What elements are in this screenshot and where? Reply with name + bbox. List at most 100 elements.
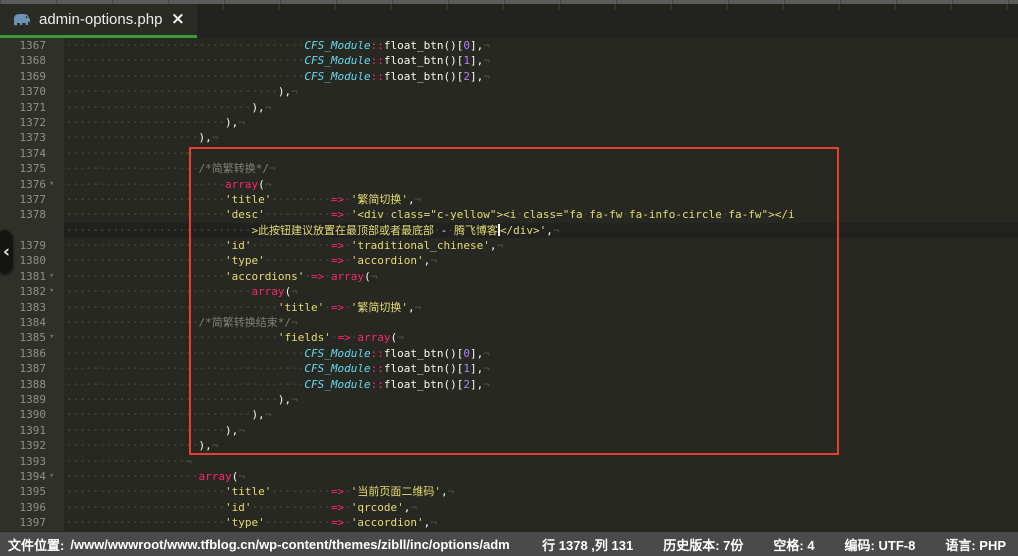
- fold-spacer: [46, 53, 64, 68]
- line-number: 1394: [0, 469, 46, 484]
- code-line-1387[interactable]: 1387····································…: [0, 361, 1018, 376]
- code-text: ····························),¬: [64, 407, 1018, 422]
- code-text: ························'desc'··········…: [64, 207, 1018, 222]
- line-number: 1382: [0, 284, 46, 299]
- code-text: ··················¬: [64, 454, 1018, 469]
- code-text: ························),¬: [64, 115, 1018, 130]
- line-number: 1387: [0, 361, 46, 376]
- line-number: 1374: [0, 146, 46, 161]
- close-icon[interactable]: ×: [171, 11, 185, 28]
- code-line-1392[interactable]: 1392 ····················),¬: [0, 438, 1018, 453]
- code-line-1394[interactable]: 1394▾····················array(¬: [0, 469, 1018, 484]
- fold-spacer: [46, 392, 64, 407]
- code-line-1369[interactable]: 1369 ····································…: [0, 69, 1018, 84]
- code-line-1382[interactable]: 1382▾····························array(¬: [0, 284, 1018, 299]
- fold-marker-icon[interactable]: ▾: [46, 330, 64, 345]
- code-text: ························'accordions'·=>·…: [64, 269, 1018, 284]
- line-number: 1369: [0, 69, 46, 84]
- code-text: ························array(¬: [64, 177, 1018, 192]
- line-number: 1389: [0, 392, 46, 407]
- fold-spacer: [46, 161, 64, 176]
- code-line-1376[interactable]: 1376▾························array(¬: [0, 177, 1018, 192]
- code-line-1388[interactable]: 1388····································…: [0, 377, 1018, 392]
- code-line-1386[interactable]: 1386····································…: [0, 346, 1018, 361]
- code-line-1389[interactable]: 1389································),¬: [0, 392, 1018, 407]
- line-number: 1384: [0, 315, 46, 330]
- status-bar: 文件位置: /www/wwwroot/www.tfblog.cn/wp-cont…: [0, 532, 1018, 556]
- code-text: ····················),¬: [64, 438, 1018, 453]
- sidebar-toggle[interactable]: ‹: [0, 230, 13, 274]
- line-number: 1377: [0, 192, 46, 207]
- code-line-1375[interactable]: 1375····················/*简繁转换*/¬: [0, 161, 1018, 176]
- fold-spacer: [46, 100, 64, 115]
- code-line-1367[interactable]: 1367····································…: [0, 38, 1018, 53]
- line-number: 1397: [0, 515, 46, 530]
- fold-spacer: [46, 192, 64, 207]
- tab-title: admin-options.php: [39, 11, 162, 28]
- code-line-1397[interactable]: 1397························'type'······…: [0, 515, 1018, 530]
- code-editor-window: admin-options.php × 1367················…: [0, 0, 1018, 556]
- language[interactable]: 语言: PHP: [945, 535, 1006, 554]
- code-line-1381[interactable]: 1381▾························'accordions…: [0, 269, 1018, 284]
- fold-spacer: [46, 484, 64, 499]
- fold-marker-icon[interactable]: ▾: [46, 177, 64, 192]
- code-line-1370[interactable]: 1370································),¬: [0, 84, 1018, 99]
- code-line-1377[interactable]: 1377 ························'title'·····…: [0, 192, 1018, 207]
- fold-spacer: [46, 377, 64, 392]
- fold-marker-icon[interactable]: ▾: [46, 469, 64, 484]
- code-text: ····································CFS_…: [64, 38, 1018, 53]
- fold-spacer: [46, 454, 64, 469]
- code-text: ····························>此按钮建议放置在最顶部…: [64, 223, 1018, 238]
- code-text: ························'title'·········…: [64, 484, 1018, 499]
- code-line-1390[interactable]: 1390····························),¬: [0, 407, 1018, 422]
- code-line-1385[interactable]: 1385▾································'fi…: [0, 330, 1018, 345]
- line-number: 1385: [0, 330, 46, 345]
- fold-marker-icon[interactable]: ▾: [46, 284, 64, 299]
- code-line-1383[interactable]: 1383································'tit…: [0, 300, 1018, 315]
- code-line-1379[interactable]: 1379························'id'········…: [0, 238, 1018, 253]
- code-text: ································'fields'…: [64, 330, 1018, 345]
- line-number: 1396: [0, 500, 46, 515]
- code-text: ····················array(¬: [64, 469, 1018, 484]
- chevron-left-icon: ‹: [3, 244, 10, 261]
- code-line-1372[interactable]: 1372························),¬: [0, 115, 1018, 130]
- code-text: ························'title'·········…: [64, 192, 1018, 207]
- code-text: ····················),¬: [64, 130, 1018, 145]
- fold-spacer: [46, 346, 64, 361]
- line-number: 1393: [0, 454, 46, 469]
- code-line-1374[interactable]: 1374··················¬: [0, 146, 1018, 161]
- fold-spacer: [46, 238, 64, 253]
- line-number: 1392: [0, 438, 46, 453]
- code-text: ····································CFS_…: [64, 53, 1018, 68]
- encoding[interactable]: 编码: UTF-8: [845, 535, 916, 554]
- code-line-1380[interactable]: 1380························'type'······…: [0, 253, 1018, 268]
- code-line-1368[interactable]: 1368····································…: [0, 53, 1018, 68]
- code-editor[interactable]: 1367····································…: [0, 38, 1018, 532]
- tab-admin-options-php[interactable]: admin-options.php ×: [0, 4, 197, 38]
- line-number: 1373: [0, 130, 46, 145]
- code-line-1371[interactable]: 1371····························),¬: [0, 100, 1018, 115]
- code-text: ····················/*简繁转换*/¬: [64, 161, 1018, 176]
- code-text: ····································CFS_…: [64, 346, 1018, 361]
- code-text: ····································CFS_…: [64, 69, 1018, 84]
- line-number: 1395: [0, 484, 46, 499]
- code-text: ································),¬: [64, 84, 1018, 99]
- code-line-1378[interactable]: 1378························'desc'······…: [0, 207, 1018, 222]
- code-line-1384[interactable]: 1384····················/*简繁转换结束*/¬: [0, 315, 1018, 330]
- code-line-wrap[interactable]: ····························>此按钮建议放置在最顶部…: [0, 223, 1018, 238]
- code-lines: 1367····································…: [0, 38, 1018, 531]
- code-line-1395[interactable]: 1395 ························'title'·····…: [0, 484, 1018, 499]
- fold-spacer: [46, 361, 64, 376]
- fold-marker-icon[interactable]: ▾: [46, 269, 64, 284]
- code-line-1396[interactable]: 1396························'id'········…: [0, 500, 1018, 515]
- fold-spacer: [46, 38, 64, 53]
- fold-spacer: [46, 315, 64, 330]
- code-line-1393[interactable]: 1393 ··················¬: [0, 454, 1018, 469]
- code-text: ····························array(¬: [64, 284, 1018, 299]
- indent-spaces[interactable]: 空格: 4: [773, 535, 814, 554]
- code-line-1373[interactable]: 1373 ····················),¬: [0, 130, 1018, 145]
- history-versions[interactable]: 历史版本: 7份: [663, 535, 743, 554]
- fold-spacer: [46, 253, 64, 268]
- code-text: ····························),¬: [64, 100, 1018, 115]
- code-line-1391[interactable]: 1391························),¬: [0, 423, 1018, 438]
